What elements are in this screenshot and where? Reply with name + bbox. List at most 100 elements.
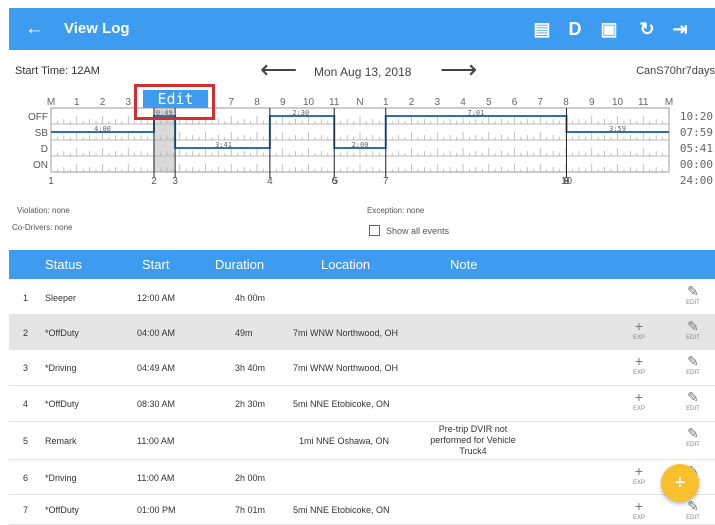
- hour-label: 2: [100, 97, 106, 108]
- logout-icon[interactable]: ⇥: [666, 14, 694, 44]
- exp-label: EXP: [632, 370, 645, 376]
- refresh-icon[interactable]: ↻: [633, 14, 661, 44]
- event-number: 2: [151, 176, 157, 187]
- table-row[interactable]: 2 *OffDuty 04:00 AM 49m 7mi WNW Northwood, O…: [9, 315, 715, 350]
- hour-label: 11: [638, 97, 649, 108]
- hour-label: 3: [125, 97, 131, 108]
- row-total: 00:00: [680, 158, 713, 171]
- edit-event-button[interactable]: ✎EDIT: [681, 354, 705, 376]
- edit-event-button[interactable]: ✎EDIT: [681, 284, 705, 306]
- add-event-fab-button[interactable]: +: [661, 464, 699, 502]
- exception-label: Exception: none: [367, 206, 425, 215]
- show-all-events-checkbox[interactable]: Show all events: [369, 225, 449, 236]
- row-duration: 2h 30m: [235, 399, 266, 409]
- page-title: View Log: [64, 20, 130, 37]
- next-day-arrow-icon[interactable]: ⟶: [440, 56, 477, 82]
- hour-label: 10: [612, 97, 624, 108]
- row-number: 5: [23, 436, 29, 446]
- add-exception-button[interactable]: + EXP: [627, 464, 651, 486]
- row-total: 24:00: [680, 174, 713, 187]
- log-graph-panel: Start Time: 12AM ⟵ Mon Aug 13, 2018 ⟶ Ca…: [9, 50, 715, 250]
- row-start: 04:00 AM: [137, 327, 176, 338]
- exp-label: EXP: [632, 335, 645, 341]
- edit-label: EDIT: [686, 300, 700, 306]
- status-label: D: [41, 144, 48, 155]
- row-number: 2: [23, 327, 29, 338]
- certify-icon[interactable]: ▣: [595, 14, 623, 44]
- pencil-icon: ✎: [687, 318, 699, 334]
- cycle-rule-label: CanS70hr7days: [636, 65, 715, 77]
- table-row[interactable]: 7 *OffDuty 01:00 PM 7h 01m 5mi NNE Etobicoke…: [9, 495, 715, 525]
- row-start: 11:00 AM: [137, 472, 175, 483]
- row-number: 6: [23, 472, 29, 483]
- plus-icon: +: [634, 498, 644, 514]
- col-note: Note: [450, 257, 478, 272]
- hour-label: 1: [74, 97, 80, 108]
- hour-label: 6: [512, 97, 518, 108]
- edit-label: Edit: [143, 90, 208, 108]
- hour-label: 8: [563, 97, 569, 108]
- checkbox-box[interactable]: [369, 225, 380, 236]
- hour-label: 8: [254, 97, 260, 108]
- log-date: Mon Aug 13, 2018: [314, 65, 412, 79]
- edit-event-button[interactable]: ✎EDIT: [681, 390, 705, 412]
- col-status: Status: [45, 257, 82, 272]
- segment-duration-label: 3:41: [215, 141, 232, 149]
- edit-graph-button[interactable]: Edit: [134, 84, 215, 120]
- add-exception-button[interactable]: + EXP: [627, 354, 651, 376]
- event-number: 9: [564, 176, 570, 187]
- table-row[interactable]: 1 Sleeper 12:00 AM 4h 00m ✎ EDIT: [9, 280, 715, 315]
- col-start: Start: [142, 257, 170, 272]
- hour-label: 9: [589, 97, 595, 108]
- pencil-icon: ✎: [687, 283, 699, 299]
- app-bar: ← View Log ▤ D ▣ ↻ ⇥: [9, 8, 715, 50]
- row-location: 7mi WNW Northwood, OH: [293, 363, 399, 373]
- exp-label: EXP: [632, 515, 645, 521]
- table-row[interactable]: 6*Driving11:00 AM2h 00m+EXP✎EDIT: [9, 460, 715, 495]
- driver-d-icon[interactable]: D: [561, 14, 589, 44]
- hour-label: 7: [228, 97, 234, 108]
- row-number: 1: [23, 292, 29, 303]
- table-row[interactable]: 3 *Driving 04:49 AM 3h 40m 7mi WNW Northwood…: [9, 350, 715, 386]
- show-all-label: Show all events: [386, 225, 450, 236]
- hour-label: 1: [383, 97, 389, 108]
- message-icon[interactable]: ▤: [528, 14, 556, 44]
- add-exception-button[interactable]: + EXP: [627, 319, 651, 341]
- table-row[interactable]: 4 *OffDuty 08:30 AM 2h 30m 5mi NNE Etobicoke…: [9, 386, 715, 422]
- plus-icon: +: [634, 318, 644, 334]
- start-time-label: Start Time: 12AM: [15, 65, 100, 77]
- edit-event-button[interactable]: ✎EDIT: [681, 319, 705, 341]
- back-arrow-icon[interactable]: ←: [25, 17, 44, 41]
- row-start: 11:00 AM: [137, 436, 175, 446]
- plus-icon: +: [634, 463, 644, 479]
- event-number: 4: [267, 176, 273, 187]
- row-location: 5mi NNE Etobicoke, ON: [293, 399, 390, 409]
- row-number: 3: [23, 363, 29, 373]
- log-table-header: Status Start Duration Location Note: [9, 250, 715, 279]
- hour-label: M: [47, 97, 55, 108]
- hour-label: 2: [409, 97, 415, 108]
- row-duration: 3h 40m: [235, 363, 266, 373]
- duty-status-graph[interactable]: M1234567891011N1234567891011MOFFSBDON10:…: [9, 96, 715, 200]
- codrivers-label: Co-Drivers: none: [12, 223, 73, 232]
- table-row[interactable]: 5 Remark 11:00 AM 1mi NNE Oshawa, ON Pre-tri…: [9, 422, 715, 460]
- edit-event-button[interactable]: ✎EDIT: [681, 499, 705, 521]
- row-number: 7: [23, 505, 29, 515]
- prev-day-arrow-icon[interactable]: ⟵: [260, 56, 297, 82]
- row-location: 5mi NNE Etobicoke, ON: [293, 505, 390, 515]
- hour-label: M: [665, 97, 673, 108]
- add-exception-button[interactable]: + EXP: [627, 390, 651, 412]
- pencil-icon: ✎: [687, 425, 699, 441]
- row-duration: 49m: [235, 327, 253, 338]
- hour-label: 11: [329, 97, 340, 108]
- row-status: *OffDuty: [45, 327, 79, 338]
- event-number: 5: [332, 176, 338, 187]
- edit-event-button[interactable]: ✎EDIT: [681, 426, 705, 448]
- row-status: Remark: [45, 436, 77, 446]
- row-start: 08:30 AM: [137, 399, 176, 409]
- segment-duration-label: 3:59: [609, 125, 626, 133]
- add-exception-button[interactable]: + EXP: [627, 499, 651, 521]
- row-location: 7mi WNW Northwood, OH: [293, 327, 399, 338]
- pencil-icon: ✎: [687, 353, 699, 369]
- row-number: 4: [23, 399, 29, 409]
